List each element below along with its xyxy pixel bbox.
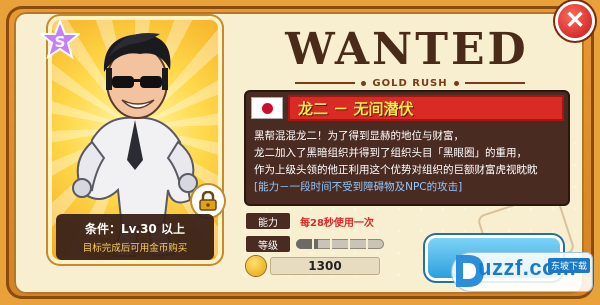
description-line-3: 作为上级头领的他正利用这个优势对组织的巨额财富虎视眈眈: [254, 164, 538, 176]
unlock-condition-box: 条件：Lv.30 以上 目标完成后可用金币购买: [56, 214, 214, 260]
subtitle-line-right: [464, 82, 526, 84]
ability-description: [能力－一段时间不受到障碍物及NPC的攻击]: [254, 181, 463, 193]
stopwatch-coin-icon: [246, 256, 266, 276]
price-row: 1300: [246, 256, 380, 276]
character-info-panel: 龙二 － 无间潜伏 黑帮混混龙二！为了得到显赫的地位与财富， 龙二加入了黑暗组织…: [246, 92, 568, 204]
wanted-title: WANTED: [285, 24, 529, 75]
subtitle-row: GOLD RUSH: [295, 76, 526, 90]
rarity-s-star-icon: S: [40, 20, 80, 60]
level-stat-row: 等级: [246, 236, 384, 252]
close-button[interactable]: ✕: [558, 4, 592, 38]
level-bar-segments: [296, 239, 384, 249]
unlock-hint: 目标完成后可用金币购买: [82, 243, 188, 254]
rarity-letter: S: [55, 33, 66, 51]
ability-stat-row: 能力 每28秒使用一次: [246, 213, 374, 229]
gold-rush-subtitle: GOLD RUSH: [372, 77, 448, 89]
subtitle-dot-left: [361, 80, 367, 86]
ability-label: 能力: [246, 213, 290, 229]
lock-icon: [192, 185, 224, 217]
description-line-1: 黑帮混混龙二！为了得到显赫的地位与财富，: [254, 130, 464, 142]
site-watermark: uzzf.com 东坡下载: [452, 245, 592, 300]
subtitle-dot-right: [453, 80, 459, 86]
level-label: 等级: [246, 236, 290, 252]
ability-value: 每28秒使用一次: [300, 217, 374, 229]
japan-flag-icon: [252, 98, 282, 118]
name-banner: 龙二 － 无间潜伏: [288, 95, 564, 121]
level-bar: [296, 239, 384, 249]
subtitle-line-left: [295, 82, 356, 84]
price-value: 1300: [270, 257, 380, 275]
description-line-2: 龙二加入了黑暗组织并得到了组织头目「黑眼圈」的重用，: [254, 147, 527, 159]
watermark-tag: 东坡下载: [548, 258, 591, 273]
close-icon: ✕: [564, 7, 586, 34]
character-description: 黑帮混混龙二！为了得到显赫的地位与财富， 龙二加入了黑暗组织并得到了组织头目「黑…: [254, 128, 564, 196]
unlock-condition: 条件：Lv.30 以上: [85, 222, 185, 236]
character-name: 龙二 － 无间潜伏: [298, 100, 414, 118]
